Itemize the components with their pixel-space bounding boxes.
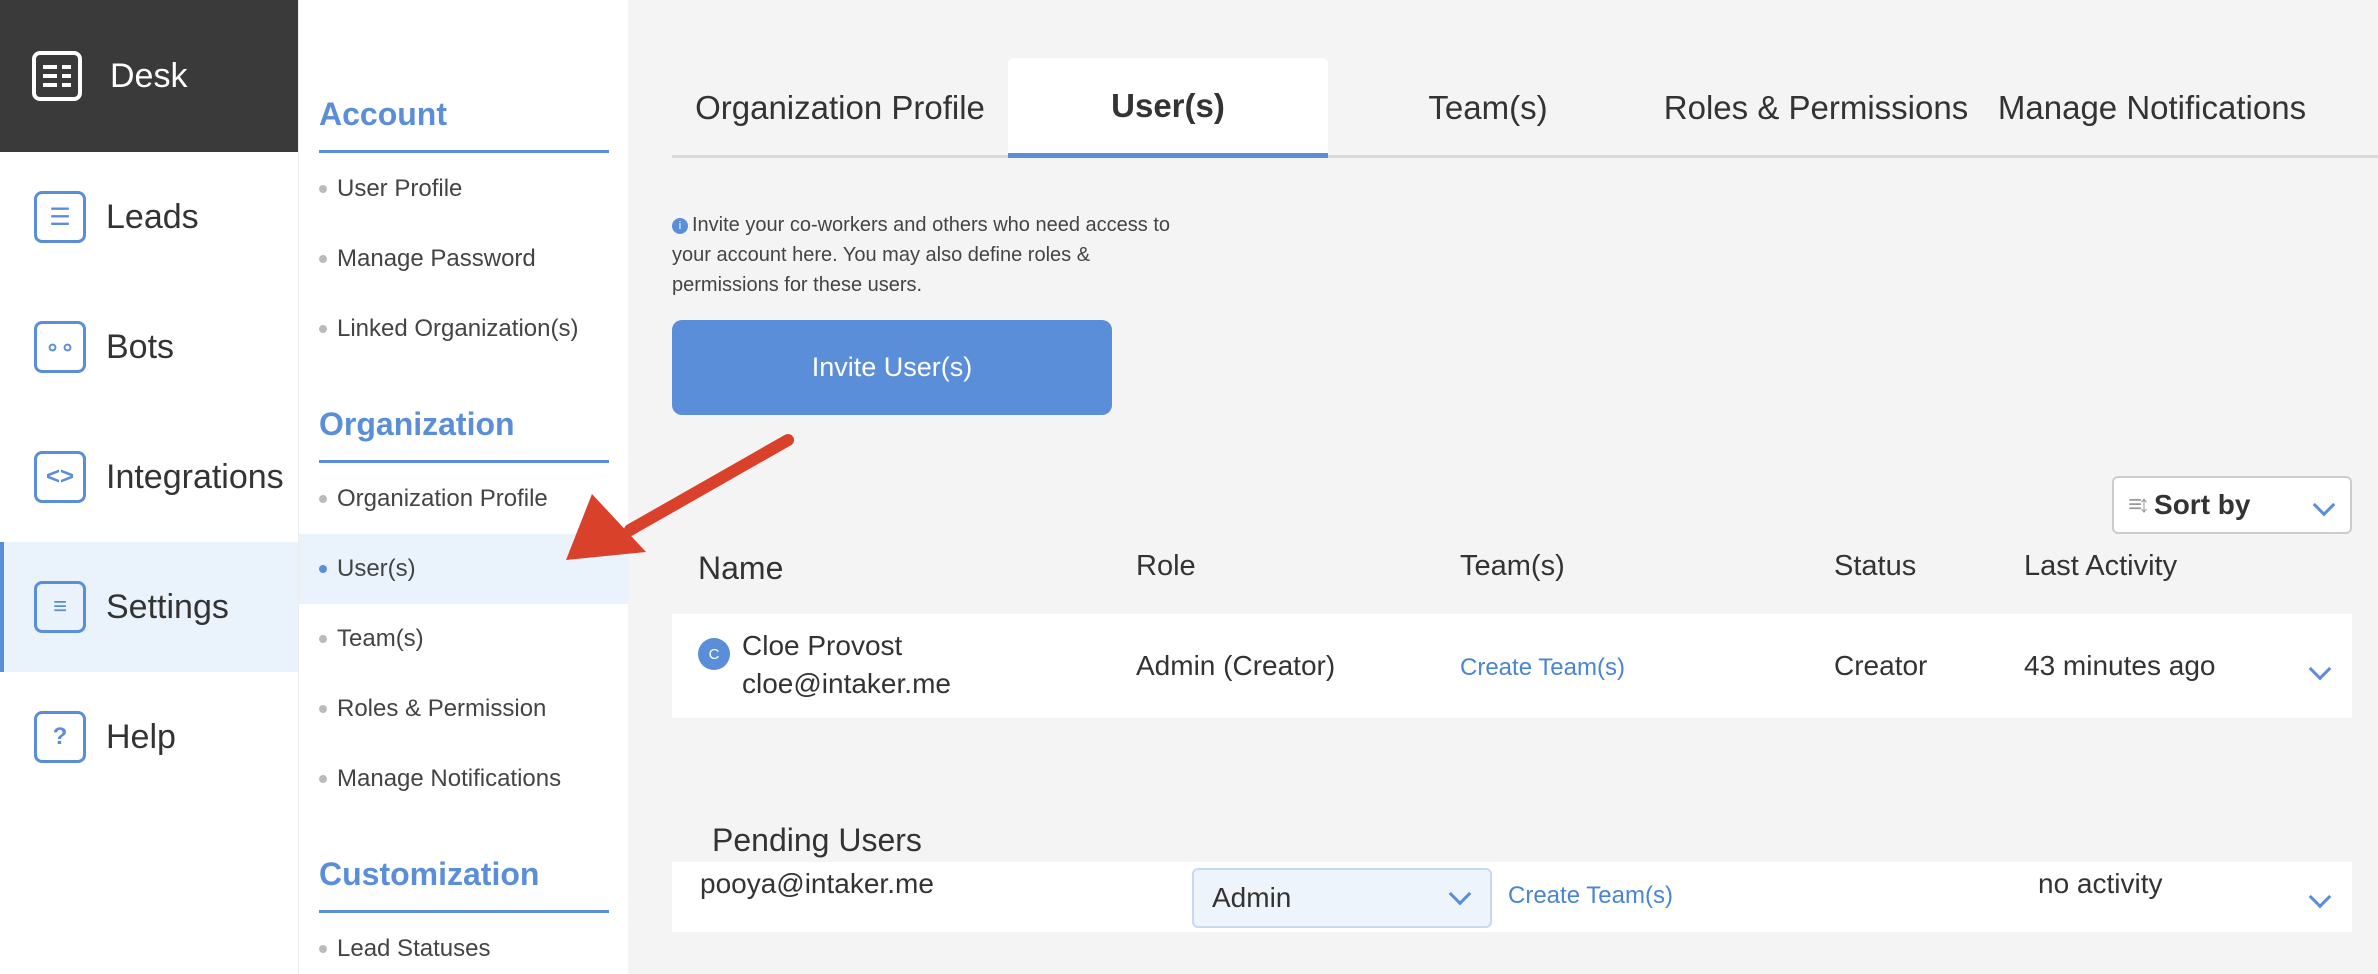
nav-item-leads[interactable]: ☰ Leads (0, 152, 298, 282)
user-role: Admin (Creator) (1136, 650, 1336, 681)
sliders-icon: ≡ (34, 581, 86, 633)
main-content: Organization Profile User(s) Team(s) Rol… (628, 0, 2378, 974)
annotation-arrow (566, 434, 794, 560)
desk-icon (32, 51, 82, 101)
info-text: i Invite your co-workers and others who n… (672, 210, 1192, 300)
tab-teams[interactable]: Team(s) (1328, 58, 1648, 158)
divider (319, 910, 609, 913)
nav-label: Integrations (106, 457, 284, 496)
pending-users-title: Pending Users (712, 822, 922, 858)
avatar: C (698, 638, 730, 670)
role-select[interactable]: Admin (1192, 868, 1492, 928)
robot-icon: ∘∘ (34, 321, 86, 373)
user-card-icon: ☰ (34, 191, 86, 243)
sidebar-item-manage-notifications[interactable]: Manage Notifications (299, 744, 629, 814)
sort-by-dropdown[interactable]: ≡↕ Sort by (2112, 476, 2352, 534)
tab-organization-profile[interactable]: Organization Profile (672, 58, 1008, 158)
nav-label: Bots (106, 327, 175, 366)
sort-label: Sort by (2154, 489, 2251, 520)
chevron-down-icon (2308, 657, 2332, 681)
column-header-teams[interactable]: Team(s) (1460, 550, 1565, 583)
tab-manage-notifications[interactable]: Manage Notifications (1984, 58, 2320, 158)
section-title-organization: Organization (319, 406, 515, 442)
sidebar-item-user-profile[interactable]: User Profile (299, 154, 629, 224)
tab-bar: Organization Profile User(s) Team(s) Rol… (672, 58, 2378, 158)
pending-user-email: pooya@intaker.me (700, 868, 934, 899)
section-title-customization: Customization (319, 856, 540, 892)
code-brackets-icon: <> (34, 451, 86, 503)
nav-label: Help (106, 717, 176, 756)
sidebar-item-linked-organizations[interactable]: Linked Organization(s) (299, 294, 629, 364)
table-row[interactable]: C Cloe Provost cloe@intaker.me Admin (Cr… (672, 614, 2352, 718)
table-row[interactable]: pooya@intaker.me Admin Create Team(s) no… (672, 862, 2352, 932)
info-message: Invite your co-workers and others who ne… (672, 214, 1171, 296)
divider (319, 150, 609, 153)
nav-label: Settings (106, 587, 229, 626)
create-team-link[interactable]: Create Team(s) (1508, 882, 1673, 910)
tab-users[interactable]: User(s) (1008, 58, 1328, 158)
sort-icon: ≡↕ (2128, 491, 2150, 518)
section-title-account: Account (319, 96, 447, 132)
tab-roles-permissions[interactable]: Roles & Permissions (1648, 58, 1984, 158)
expand-row-button[interactable] (2308, 652, 2332, 684)
nav-brand-desk[interactable]: Desk (0, 0, 298, 152)
column-header-role[interactable]: Role (1136, 550, 1196, 583)
chevron-down-icon (2312, 493, 2336, 517)
nav-item-bots[interactable]: ∘∘ Bots (0, 282, 298, 412)
column-header-status[interactable]: Status (1834, 550, 1916, 583)
brand-label: Desk (110, 56, 188, 95)
sidebar-item-lead-statuses[interactable]: Lead Statuses (299, 914, 629, 974)
sidebar-item-manage-password[interactable]: Manage Password (299, 224, 629, 294)
question-icon: ? (34, 711, 86, 763)
chevron-down-icon (1448, 882, 1472, 906)
nav-label: Leads (106, 197, 199, 236)
invite-users-button[interactable]: Invite User(s) (672, 320, 1112, 415)
role-select-value: Admin (1212, 882, 1292, 913)
user-status: Creator (1834, 650, 1928, 681)
info-icon: i (672, 217, 688, 234)
user-last-activity: 43 minutes ago (2024, 650, 2216, 681)
expand-row-button[interactable] (2308, 880, 2332, 912)
create-team-link[interactable]: Create Team(s) (1460, 654, 1625, 682)
column-header-last-activity[interactable]: Last Activity (2024, 550, 2177, 583)
nav-item-help[interactable]: ? Help (0, 672, 298, 802)
chevron-down-icon (2308, 885, 2332, 909)
sidebar-item-roles-permission[interactable]: Roles & Permission (299, 674, 629, 744)
nav-item-settings[interactable]: ≡ Settings (0, 542, 298, 672)
nav-item-integrations[interactable]: <> Integrations (0, 412, 298, 542)
user-email: cloe@intaker.me (742, 668, 951, 699)
main-nav: Desk ☰ Leads ∘∘ Bots <> Integrations ≡ S… (0, 0, 298, 974)
pending-last-activity: no activity (2038, 868, 2163, 899)
sidebar-item-teams[interactable]: Team(s) (299, 604, 629, 674)
user-name: Cloe Provost (742, 630, 903, 661)
